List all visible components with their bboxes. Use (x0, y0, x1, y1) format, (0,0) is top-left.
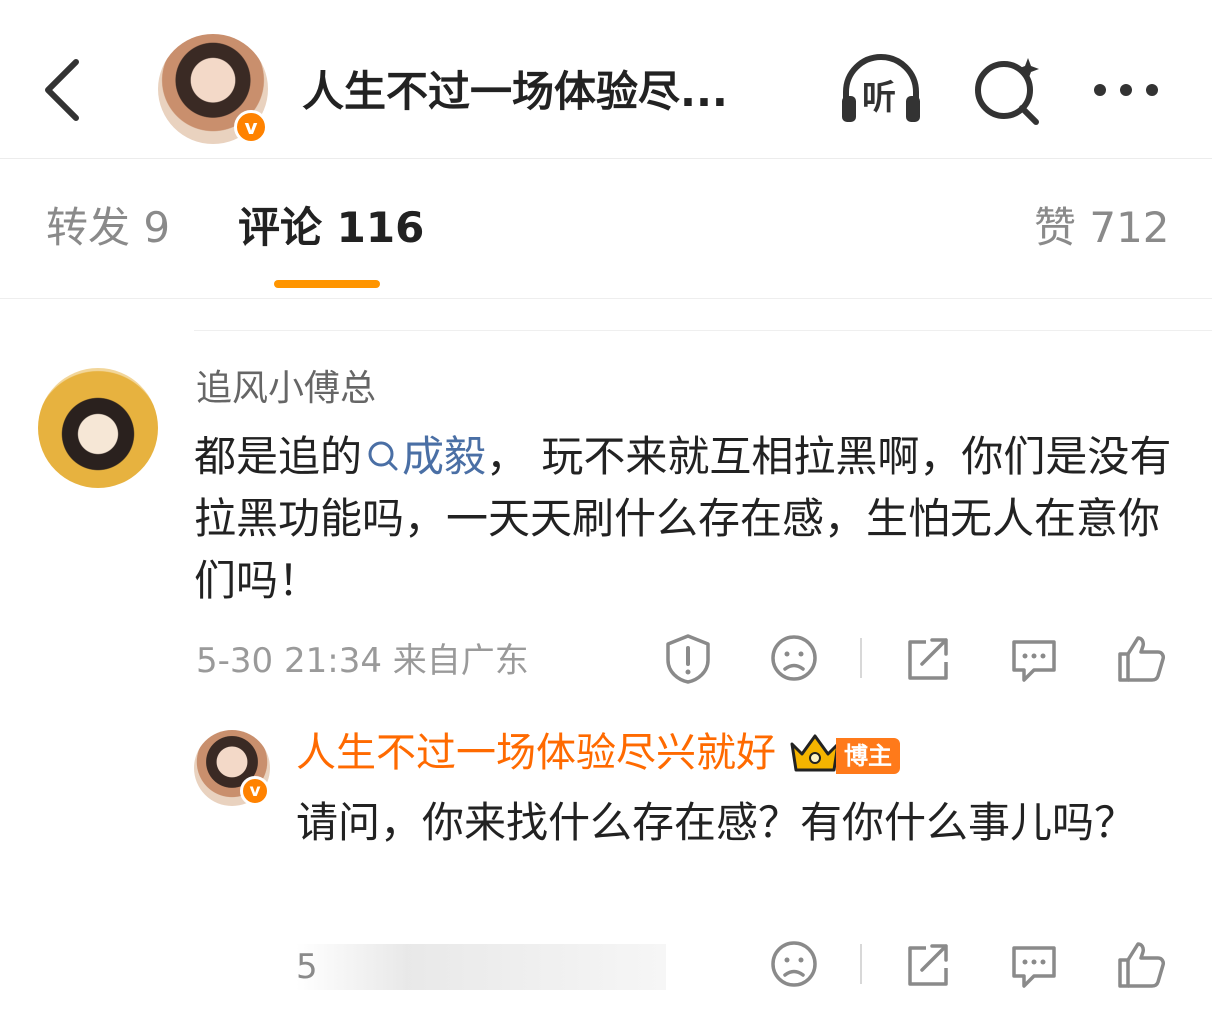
comment-bubble-icon (1012, 640, 1056, 682)
search-small-icon (368, 441, 398, 471)
share-icon (908, 944, 948, 986)
reply-button[interactable] (1004, 628, 1064, 688)
commenter-username[interactable]: 追风小傅总 (196, 364, 376, 414)
comment-text: 都是追的 成毅， 玩不来就互相拉黑啊，你们是没有拉黑功能吗，一天天刷什么存在感，生… (194, 426, 1174, 612)
reply-share-button[interactable] (898, 934, 958, 994)
active-tab-indicator (274, 280, 380, 288)
action-divider (860, 944, 862, 984)
topic-label: 成毅 (402, 432, 487, 481)
sad-face-icon (771, 635, 817, 681)
reply-reply-button[interactable] (1004, 934, 1064, 994)
reply-dislike-button[interactable] (764, 934, 824, 994)
commenter-avatar[interactable] (38, 368, 158, 488)
action-divider (860, 638, 862, 678)
shield-alert-icon (666, 634, 710, 684)
topic-link[interactable]: 成毅 (362, 432, 486, 481)
comment-meta: 5-30 21:34 来自广东 (196, 641, 529, 681)
page-title: 人生不过一场体验尽... (302, 67, 728, 116)
tab-bar (0, 158, 1212, 299)
dislike-button[interactable] (764, 628, 824, 688)
more-button[interactable] (1086, 52, 1176, 128)
listen-label: 听 (862, 78, 896, 118)
thumbs-up-icon (1118, 636, 1165, 682)
reply-text: 请问，你来找什么存在感？有你什么事儿吗？ (296, 798, 1137, 847)
report-button[interactable] (658, 628, 718, 688)
comment-bubble-icon (1012, 946, 1056, 988)
more-dots-icon (1094, 84, 1158, 96)
verified-badge-icon: v (234, 110, 268, 144)
sad-face-icon (771, 941, 817, 987)
search-icon (975, 58, 1039, 125)
reply-meta: 5 (296, 944, 666, 990)
tab-comment[interactable]: 评论 116 (238, 200, 424, 256)
listen-button[interactable]: 听 (836, 52, 926, 128)
crown-icon (790, 734, 840, 772)
verified-badge-icon: v (240, 776, 270, 806)
tab-repost[interactable]: 转发 9 (46, 200, 170, 256)
share-button[interactable] (898, 628, 958, 688)
owner-badge: 博主 (836, 738, 900, 774)
search-button[interactable] (966, 52, 1056, 128)
reply-like-button[interactable] (1110, 934, 1170, 994)
chevron-left-icon (45, 59, 79, 121)
tab-like[interactable]: 赞 712 (1034, 200, 1170, 256)
share-icon (908, 638, 948, 680)
previous-comment-actions (194, 298, 1212, 331)
back-button[interactable] (36, 52, 96, 128)
reply-username[interactable]: 人生不过一场体验尽兴就好 (296, 726, 776, 780)
like-button[interactable] (1110, 628, 1170, 688)
comment-text-before: 都是追的 (194, 432, 363, 481)
thumbs-up-icon (1118, 942, 1165, 988)
